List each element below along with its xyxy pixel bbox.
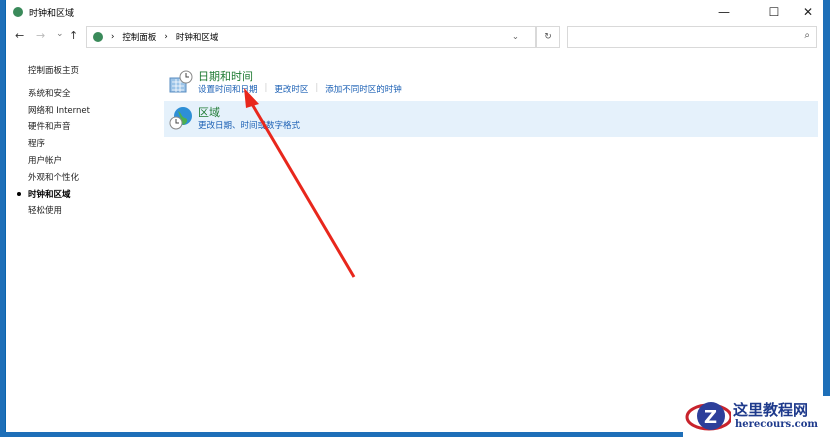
watermark-logo: Z 这里教程网 herecours.com — [683, 396, 830, 437]
watermark-url: herecours.com — [735, 419, 819, 430]
watermark-title: 这里教程网 — [733, 401, 809, 419]
watermark-z-icon: Z — [685, 402, 731, 431]
annotation-arrow — [244, 88, 356, 278]
svg-text:Z: Z — [704, 407, 717, 428]
